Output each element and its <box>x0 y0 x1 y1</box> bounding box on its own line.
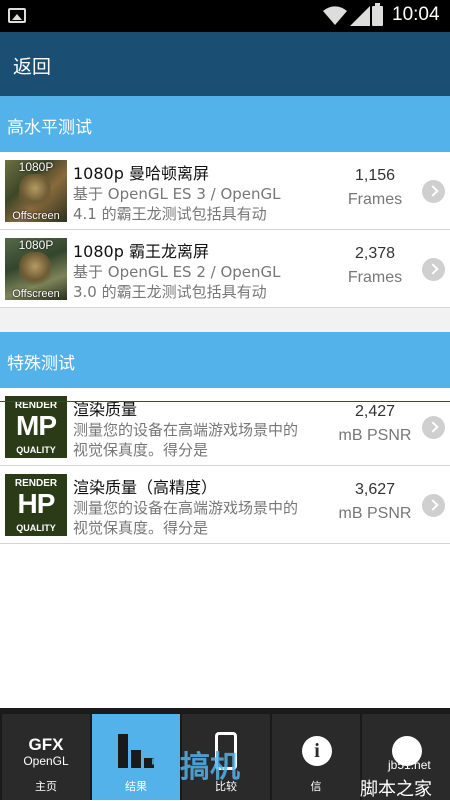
thumbnail-mid-label: HP <box>17 488 56 519</box>
test-description: 基于 OpenGL ES 3 / OpenGL 4.1 的霸王龙测试包括具有动 <box>73 185 281 223</box>
thumbnail-top-label: 1080P <box>18 160 54 174</box>
status-bar: 10:04 <box>0 0 450 32</box>
thumbnail-bottom-label: Offscreen <box>12 288 60 300</box>
chevron-right-icon[interactable] <box>422 416 445 439</box>
section-divider <box>0 308 450 332</box>
gfx-opengl-logo: GFX OpenGL <box>2 735 90 769</box>
info-icon: i <box>302 736 332 766</box>
thumbnail-bottom-label: QUALITY <box>16 523 56 533</box>
test-title: 1080p 霸王龙离屏 <box>73 242 209 261</box>
test-description: 测量您的设备在高端游戏场景中的视觉保真度。得分是 <box>73 421 299 459</box>
back-button[interactable]: 返回 <box>13 52 51 79</box>
watermark-text: 爱搞机 <box>150 750 240 785</box>
watermark-site: 脚本之家 <box>360 779 432 800</box>
test-title: 渲染质量 <box>73 400 138 419</box>
test-unit: Frames <box>347 191 403 208</box>
thumbnail-bottom-label: QUALITY <box>16 445 56 455</box>
section-title: 高水平测试 <box>7 118 92 138</box>
test-score: 3,627 <box>354 481 396 498</box>
chevron-right-icon[interactable] <box>422 258 445 281</box>
test-score: 1,156 <box>354 167 396 184</box>
test-unit: Frames <box>347 269 403 286</box>
test-row-manhattan[interactable]: 1080P Offscreen 1080p 曼哈顿离屏 基于 OpenGL ES… <box>0 152 450 230</box>
test-thumbnail: 1080P Offscreen <box>5 160 67 222</box>
thumbnail-bottom-label: Offscreen <box>12 210 60 222</box>
test-row-render-mp[interactable]: RENDER MP QUALITY 渲染质量 测量您的设备在高端游戏场景中的视觉… <box>0 388 450 466</box>
test-unit: mB PSNR <box>338 427 412 444</box>
section-title: 特殊测试 <box>7 354 75 374</box>
nav-label: 主页 <box>35 780 57 793</box>
nav-label: 信 <box>310 780 322 793</box>
status-time: 10:04 <box>392 4 440 25</box>
image-notification-icon <box>8 8 26 23</box>
battery-icon <box>372 3 383 26</box>
nav-info[interactable]: i 信 <box>272 714 360 800</box>
test-thumbnail: 1080P Offscreen <box>5 238 67 300</box>
test-unit: mB PSNR <box>338 505 412 522</box>
overlay-red-line <box>0 401 450 402</box>
watermark-url: jb51.net <box>388 758 431 772</box>
test-score: 2,427 <box>354 403 396 420</box>
app-bar: 返回 <box>0 32 450 96</box>
nav-home[interactable]: GFX OpenGL 主页 <box>2 714 90 800</box>
test-title: 渲染质量（高精度） <box>73 478 218 497</box>
chevron-right-icon[interactable] <box>422 180 445 203</box>
test-thumbnail: RENDER HP QUALITY <box>5 474 67 536</box>
test-score: 2,378 <box>354 245 396 262</box>
thumbnail-top-label: 1080P <box>18 238 54 252</box>
test-title: 1080p 曼哈顿离屏 <box>73 164 209 183</box>
thumbnail-mid-label: MP <box>16 410 57 441</box>
logo-line1: GFX <box>28 735 64 754</box>
section-header-high-level: 高水平测试 <box>0 96 450 152</box>
test-row-trex[interactable]: 1080P Offscreen 1080p 霸王龙离屏 基于 OpenGL ES… <box>0 230 450 308</box>
signal-icon <box>350 6 370 26</box>
test-row-render-hp[interactable]: RENDER HP QUALITY 渲染质量（高精度） 测量您的设备在高端游戏场… <box>0 466 450 544</box>
test-thumbnail: RENDER MP QUALITY <box>5 396 67 458</box>
test-description: 基于 OpenGL ES 2 / OpenGL 3.0 的霸王龙测试包括具有动 <box>73 263 281 301</box>
test-description: 测量您的设备在高端游戏场景中的视觉保真度。得分是 <box>73 499 299 537</box>
chevron-right-icon[interactable] <box>422 494 445 517</box>
logo-line2: OpenGL <box>23 754 69 768</box>
section-header-special: 特殊测试 <box>0 332 450 388</box>
wifi-icon <box>323 6 347 25</box>
